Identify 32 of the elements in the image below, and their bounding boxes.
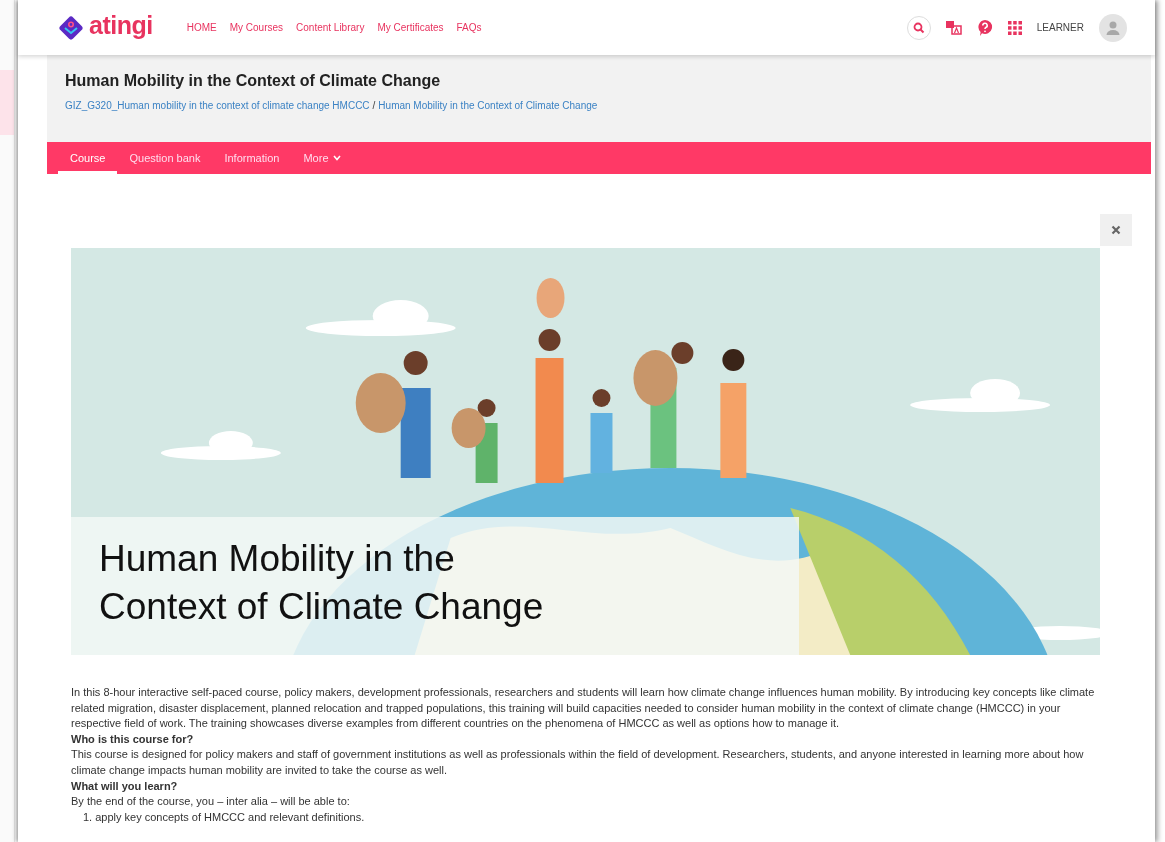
nav-link[interactable]: My Courses [229, 22, 284, 33]
nav-link[interactable]: FAQs [456, 22, 482, 33]
course-tab[interactable]: Course [58, 142, 118, 174]
section-heading: Who is this course for? [71, 731, 195, 747]
user-role[interactable]: LEARNER [1036, 22, 1084, 33]
course-title: Human Mobility in the Context of Climate Change [65, 72, 442, 90]
description-paragraph: In this 8-hour interactive self-paced course, policy makers, development professionals, researchers and students will learn how climate change influences human mobility. By introducing key concepts like climate related migration, disaster displacement, planned relocation and trapped populations, this training will build capacities needed to consider human mobility in the context of climate change (HMCCC) in your respective field of work. The training showcases diverse examples from different countries on the phenomena of HMCCC as well as options how to manage it. [71, 685, 1096, 732]
translate-icon[interactable] [945, 20, 962, 35]
breadcrumb-link[interactable]: Human Mobility in the Context of Climate Change [378, 100, 598, 111]
breadcrumb-separator: / [372, 100, 376, 111]
caret-icon [332, 155, 341, 161]
close-icon [1111, 225, 1121, 235]
apps-grid-icon[interactable] [1007, 20, 1022, 35]
banner-caption: Human Mobility in the Context of Climate Change [71, 517, 799, 655]
course-tab[interactable]: Information [212, 142, 292, 174]
more-dropdown[interactable]: More [291, 142, 353, 174]
logo-text[interactable]: atingi [89, 13, 153, 42]
nav-link[interactable]: HOME [186, 22, 217, 33]
list-item-text: apply key concepts of HMCCC and relevant definitions. [95, 809, 365, 825]
close-button[interactable] [1100, 214, 1132, 246]
avatar-icon[interactable] [1099, 13, 1127, 42]
description-paragraph: By the end of the course, you – inter alia – will be able to: [71, 794, 351, 810]
nav-link[interactable]: My Certificates [377, 22, 444, 33]
course-tab[interactable]: Question bank [117, 142, 213, 174]
section-heading: What will you learn? [71, 778, 179, 794]
description-paragraph: This course is designed for policy makers and staff of government institutions as well as professionals within the field of development. Researchers, students, and anyone interested in learning more about how climate change impacts human mobility are invited to take the course as well. [71, 747, 1085, 778]
list-number: 1. [83, 809, 93, 825]
search-icon [912, 21, 925, 34]
help-icon[interactable] [976, 18, 993, 37]
nav-link[interactable]: Content Library [296, 22, 365, 33]
search-button[interactable] [906, 15, 931, 40]
breadcrumb-link[interactable]: GIZ_G320_Human mobility in the context of climate change HMCCC [65, 100, 370, 111]
